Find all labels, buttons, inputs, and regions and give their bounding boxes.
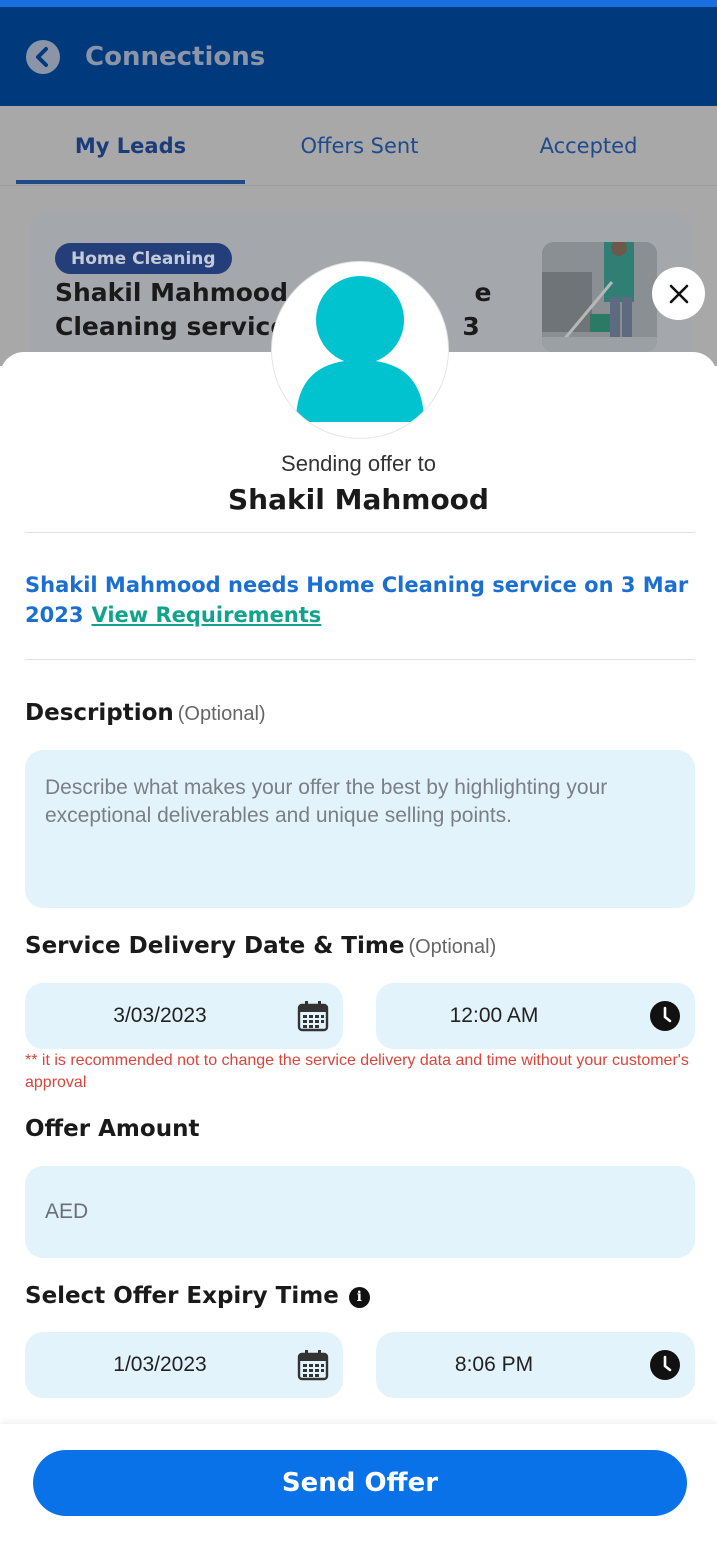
divider bbox=[25, 532, 695, 533]
description-textarea[interactable]: Describe what makes your offer the best … bbox=[25, 750, 695, 908]
offer-amount-input[interactable]: AED bbox=[25, 1166, 695, 1258]
expiry-date-field[interactable]: 1/03/2023 bbox=[25, 1332, 343, 1398]
amount-label: Offer Amount bbox=[25, 1116, 200, 1142]
lead-photo bbox=[542, 242, 657, 352]
delivery-date-field[interactable]: 3/03/2023 bbox=[25, 983, 343, 1049]
recipient-name: Shakil Mahmood bbox=[228, 483, 489, 516]
view-requirements-link[interactable]: View Requirements bbox=[91, 603, 321, 627]
sending-label: Sending offer to bbox=[281, 451, 436, 476]
delivery-warning: ** it is recommended not to change the s… bbox=[25, 1052, 689, 1091]
calendar-icon bbox=[297, 1000, 329, 1032]
tab-my-leads[interactable]: My Leads bbox=[16, 106, 245, 186]
clock-icon bbox=[649, 1349, 681, 1381]
expiry-label: Select Offer Expiry Time i bbox=[25, 1283, 370, 1309]
service-needs-text: Shakil Mahmood needs Home Cleaning servi… bbox=[25, 573, 689, 627]
expiry-time-field[interactable]: 8:06 PM bbox=[376, 1332, 695, 1398]
status-strip bbox=[0, 0, 717, 7]
send-offer-button[interactable]: Send Offer bbox=[33, 1450, 687, 1516]
tab-bar: My Leads Offers Sent Accepted bbox=[0, 106, 717, 186]
delivery-label: Service Delivery Date & Time (Optional) bbox=[25, 933, 497, 959]
info-icon[interactable]: i bbox=[348, 1286, 370, 1308]
avatar-icon bbox=[272, 262, 448, 438]
app-bar: Connections bbox=[0, 7, 717, 106]
clock-icon bbox=[649, 1000, 681, 1032]
category-badge: Home Cleaning bbox=[55, 243, 232, 274]
tab-accepted[interactable]: Accepted bbox=[474, 106, 703, 186]
divider bbox=[25, 659, 695, 660]
back-arrow-icon[interactable] bbox=[26, 40, 60, 74]
active-tab-indicator bbox=[16, 180, 245, 184]
page-title: Connections bbox=[85, 42, 266, 72]
delivery-time-field[interactable]: 12:00 AM bbox=[376, 983, 695, 1049]
close-icon[interactable] bbox=[652, 267, 705, 320]
calendar-icon bbox=[297, 1349, 329, 1381]
description-label: Description (Optional) bbox=[25, 700, 266, 726]
tab-offers-sent[interactable]: Offers Sent bbox=[245, 106, 474, 186]
tabs-divider bbox=[0, 185, 717, 186]
